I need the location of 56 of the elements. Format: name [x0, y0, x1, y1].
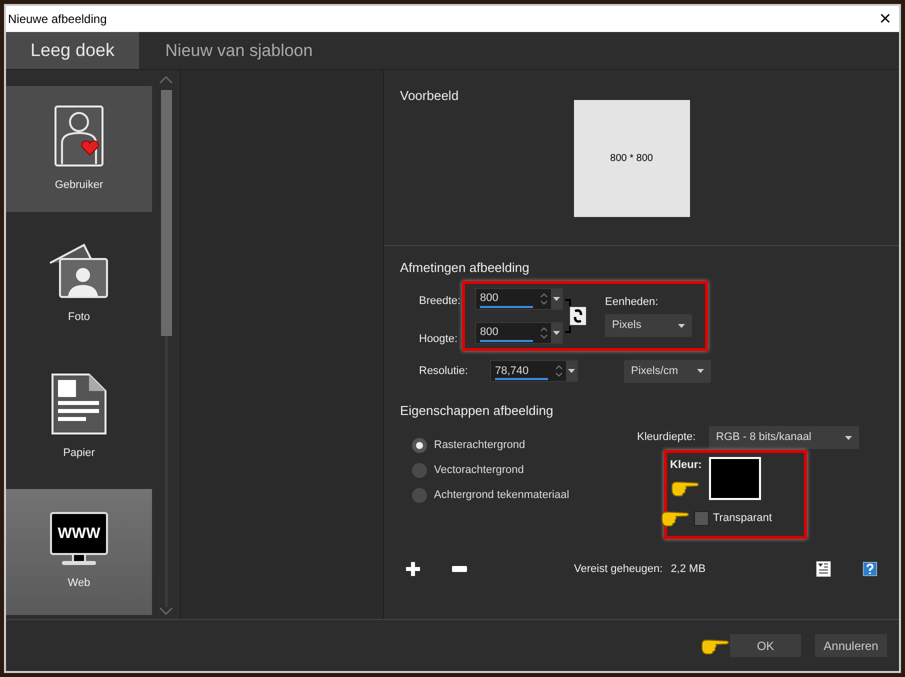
- width-field[interactable]: 800: [475, 288, 563, 310]
- resolution-units-dropdown[interactable]: Pixels/cm: [624, 360, 711, 382]
- color-depth-dropdown[interactable]: RGB - 8 bits/kanaal: [709, 426, 859, 449]
- scroll-up-icon[interactable]: [159, 76, 173, 84]
- section-title: Eigenschappen afbeelding: [400, 402, 554, 420]
- dropdown-arrow-icon: [697, 369, 704, 373]
- dropdown-arrow-icon: [845, 436, 852, 440]
- section-title: Afmetingen afbeelding: [400, 259, 530, 277]
- dropdown-arrow-icon[interactable]: [553, 330, 560, 334]
- checkbox-label: Transparant: [713, 510, 772, 526]
- memory-value: 2,2 MB: [670, 562, 706, 577]
- dialog-button[interactable]: Annuleren: [815, 634, 887, 657]
- template-category[interactable]: Papier: [6, 354, 152, 481]
- field-label: Resolutie:: [419, 364, 469, 379]
- resolution-field[interactable]: 78,740: [490, 360, 578, 382]
- template-category[interactable]: Foto: [6, 220, 152, 346]
- memory-label: Vereist geheugen:: [574, 562, 663, 577]
- radio-option[interactable]: Vectorachtergrond: [412, 461, 637, 479]
- field-label: Breedte:: [419, 294, 462, 308]
- color-swatch[interactable]: [709, 457, 761, 500]
- add-icon[interactable]: [406, 562, 420, 576]
- photo-icon: [48, 241, 110, 300]
- window-title: Nieuwe afbeelding: [8, 11, 107, 28]
- template-category[interactable]: WWW Web: [6, 488, 152, 615]
- radio-button[interactable]: [412, 438, 427, 452]
- spin-arrows-icon[interactable]: [555, 364, 563, 378]
- template-category[interactable]: Gebruiker: [6, 86, 152, 212]
- scroll-down-icon[interactable]: [159, 607, 173, 615]
- dialog-button[interactable]: OK: [730, 634, 801, 657]
- units-dropdown[interactable]: Pixels: [605, 314, 692, 337]
- spin-arrows-icon[interactable]: [540, 292, 548, 306]
- user-portrait-icon: [54, 104, 104, 167]
- help-icon[interactable]: [862, 562, 877, 576]
- field-label: Kleurdiepte:: [637, 430, 697, 446]
- dropdown-arrow-icon[interactable]: [553, 296, 560, 300]
- document-icon: [51, 373, 107, 436]
- field-label: Eenheden:: [605, 294, 660, 310]
- close-button[interactable]: ×: [879, 9, 891, 29]
- radio-button[interactable]: [412, 488, 427, 502]
- tab[interactable]: Nieuw van sjabloon: [139, 32, 339, 69]
- radio-option[interactable]: Achtergrond tekenmateriaal: [412, 486, 637, 504]
- image-preview: 800 * 800: [574, 100, 690, 217]
- transparent-checkbox[interactable]: [694, 510, 709, 526]
- link-icon[interactable]: [569, 306, 587, 326]
- remove-icon[interactable]: [452, 566, 467, 572]
- field-label: Kleur:: [670, 458, 703, 473]
- list-icon[interactable]: [816, 561, 831, 578]
- dropdown-arrow-icon: [678, 324, 685, 328]
- spin-arrows-icon[interactable]: [540, 326, 548, 340]
- dropdown-arrow-icon[interactable]: [568, 369, 575, 373]
- radio-option[interactable]: Rasterachtergrond: [412, 436, 637, 454]
- section-title: Voorbeeld: [400, 87, 459, 105]
- height-field[interactable]: 800: [475, 322, 563, 344]
- tab[interactable]: Leeg doek: [6, 32, 139, 69]
- field-label: Hoogte:: [419, 332, 459, 347]
- radio-button[interactable]: [412, 462, 427, 478]
